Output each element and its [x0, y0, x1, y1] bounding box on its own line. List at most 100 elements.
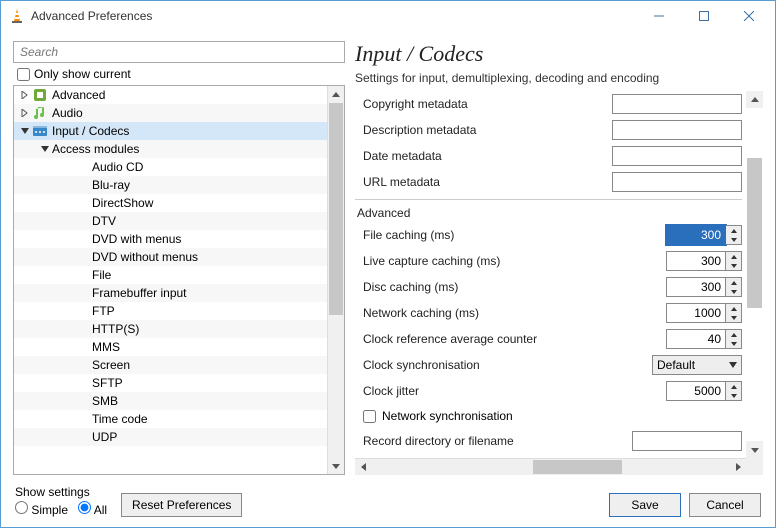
tree-item[interactable]: DirectShow [14, 194, 327, 212]
close-button[interactable] [726, 2, 771, 30]
spin-down-icon [726, 261, 741, 270]
url-metadata-input[interactable] [612, 172, 742, 192]
spin-up-icon [726, 382, 741, 391]
file-caching-input[interactable] [666, 225, 726, 245]
tree-item[interactable]: FTP [14, 302, 327, 320]
setting-label: Live capture caching (ms) [363, 254, 666, 268]
reset-preferences-button[interactable]: Reset Preferences [121, 493, 242, 517]
scroll-down-icon[interactable] [746, 441, 763, 458]
spin-down-icon [726, 391, 741, 400]
settings-scrollbar-vertical[interactable] [746, 91, 763, 458]
tree-label: HTTP(S) [92, 322, 139, 336]
only-show-current-checkbox[interactable] [17, 68, 30, 81]
tree-label: Framebuffer input [92, 286, 187, 300]
spinner-buttons[interactable] [726, 303, 742, 323]
tree-item[interactable]: DTV [14, 212, 327, 230]
search-input[interactable] [13, 41, 345, 63]
chevron-right-icon[interactable] [18, 88, 32, 102]
minimize-button[interactable] [636, 2, 681, 30]
record-directory-input[interactable] [632, 431, 742, 451]
tree-item[interactable]: Framebuffer input [14, 284, 327, 302]
spin-down-icon [726, 339, 741, 348]
settings-scrollbar-horizontal[interactable] [355, 458, 746, 475]
setting-label: Network synchronisation [382, 409, 513, 423]
tree-item[interactable]: HTTP(S) [14, 320, 327, 338]
scroll-down-icon[interactable] [328, 457, 344, 474]
scroll-up-icon[interactable] [746, 91, 763, 108]
tree-item-access-modules[interactable]: Access modules [14, 140, 327, 158]
chevron-right-icon[interactable] [18, 106, 32, 120]
scroll-thumb[interactable] [747, 158, 762, 308]
tree-label: SFTP [92, 376, 123, 390]
scroll-up-icon[interactable] [328, 86, 344, 103]
tree-item[interactable]: File [14, 266, 327, 284]
page-subtitle: Settings for input, demultiplexing, deco… [355, 71, 763, 85]
description-metadata-input[interactable] [612, 120, 742, 140]
spin-up-icon [726, 278, 741, 287]
tree-item-audio[interactable]: Audio [14, 104, 327, 122]
scroll-right-icon[interactable] [729, 459, 746, 475]
tree-label: SMB [92, 394, 118, 408]
cancel-button[interactable]: Cancel [689, 493, 761, 517]
tree-item[interactable]: Screen [14, 356, 327, 374]
tree-label: DVD with menus [92, 232, 181, 246]
network-caching-input[interactable] [666, 303, 726, 323]
network-sync-checkbox[interactable] [363, 410, 376, 423]
category-tree: Advanced Audio Input / Codecs Access mod… [13, 85, 345, 475]
live-caching-input[interactable] [666, 251, 726, 271]
tree-item[interactable]: SMB [14, 392, 327, 410]
tree-item[interactable]: Audio CD [14, 158, 327, 176]
footer: Show settings Simple All Reset Preferenc… [1, 475, 775, 527]
chevron-down-icon [729, 362, 737, 368]
tree-item[interactable]: Time code [14, 410, 327, 428]
tree-item[interactable]: UDP [14, 428, 327, 446]
spin-up-icon [726, 226, 741, 235]
titlebar: Advanced Preferences [1, 1, 775, 31]
only-show-current[interactable]: Only show current [13, 67, 345, 81]
clock-sync-combo[interactable]: Default [652, 355, 742, 375]
tree-label: Audio CD [92, 160, 143, 174]
tree-label: DTV [92, 214, 116, 228]
right-pane: Input / Codecs Settings for input, demul… [355, 41, 763, 475]
chevron-down-icon[interactable] [18, 124, 32, 138]
setting-label: Clock reference average counter [363, 332, 666, 346]
tree-label: Time code [92, 412, 148, 426]
maximize-button[interactable] [681, 2, 726, 30]
tree-item-advanced[interactable]: Advanced [14, 86, 327, 104]
tree-label: File [92, 268, 111, 282]
disc-caching-input[interactable] [666, 277, 726, 297]
tree-item[interactable]: DVD without menus [14, 248, 327, 266]
tree-item-input-codecs[interactable]: Input / Codecs [14, 122, 327, 140]
chevron-down-icon[interactable] [38, 142, 52, 156]
spin-up-icon [726, 330, 741, 339]
tree-label: Access modules [52, 142, 139, 156]
spinner-buttons[interactable] [726, 277, 742, 297]
tree-scrollbar[interactable] [327, 86, 344, 474]
tree-item[interactable]: MMS [14, 338, 327, 356]
setting-label: Clock synchronisation [363, 358, 652, 372]
tree-item[interactable]: SFTP [14, 374, 327, 392]
simple-radio[interactable]: Simple [15, 501, 68, 517]
tree-item[interactable]: Blu-ray [14, 176, 327, 194]
scroll-thumb[interactable] [533, 460, 622, 474]
window-title: Advanced Preferences [31, 9, 636, 23]
spinner-buttons[interactable] [726, 381, 742, 401]
setting-label: Network caching (ms) [363, 306, 666, 320]
clock-jitter-input[interactable] [666, 381, 726, 401]
date-metadata-input[interactable] [612, 146, 742, 166]
clock-reference-input[interactable] [666, 329, 726, 349]
show-settings-group: Show settings Simple All [15, 485, 107, 517]
audio-icon [32, 105, 48, 121]
tree-label: DirectShow [92, 196, 153, 210]
spinner-buttons[interactable] [726, 329, 742, 349]
copyright-metadata-input[interactable] [612, 94, 742, 114]
tree-item[interactable]: DVD with menus [14, 230, 327, 248]
scroll-left-icon[interactable] [355, 459, 372, 475]
scroll-thumb[interactable] [329, 103, 343, 315]
all-radio[interactable]: All [78, 501, 107, 517]
spinner-buttons[interactable] [726, 251, 742, 271]
setting-label: File caching (ms) [363, 228, 666, 242]
spin-up-icon [726, 252, 741, 261]
spinner-buttons[interactable] [726, 225, 742, 245]
save-button[interactable]: Save [609, 493, 681, 517]
